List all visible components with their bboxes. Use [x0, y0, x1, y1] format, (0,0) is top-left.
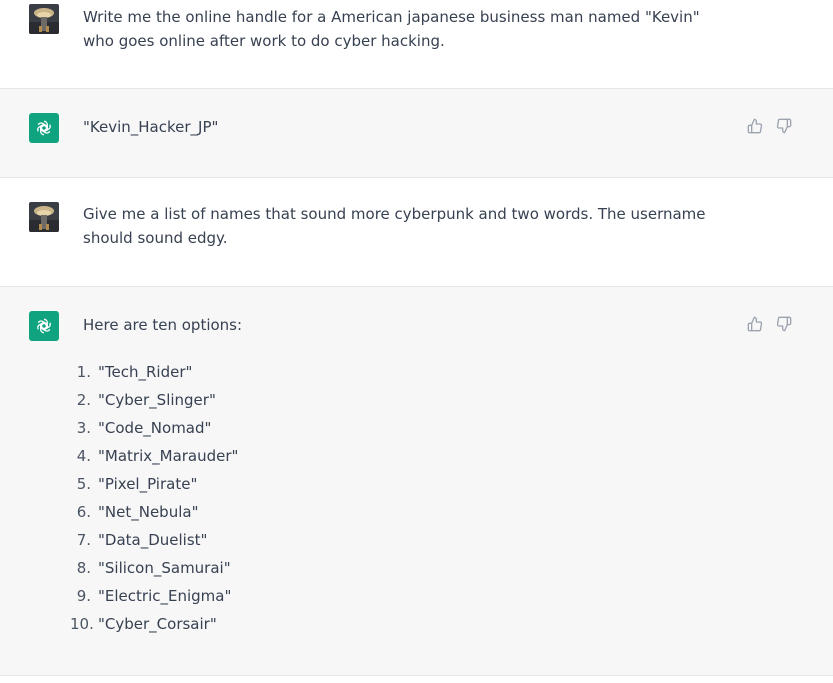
list-item: 1. "Tech_Rider" — [70, 358, 238, 386]
assistant-message-intro: Here are ten options: — [83, 316, 243, 334]
list-item-text: "Net_Nebula" — [98, 503, 199, 521]
username-options-list: 1. "Tech_Rider" 2. "Cyber_Slinger" 3. "Code… — [70, 358, 238, 638]
list-item-text: "Cyber_Slinger" — [98, 391, 216, 409]
list-item-text: "Pixel_Pirate" — [98, 475, 198, 493]
openai-logo-icon — [29, 311, 59, 341]
list-item: 6. "Net_Nebula" — [70, 498, 238, 526]
list-item: 10. "Cyber_Corsair" — [70, 610, 238, 638]
list-item-text: "Electric_Enigma" — [98, 587, 232, 605]
feedback-buttons — [746, 117, 792, 134]
list-item: 9. "Electric_Enigma" — [70, 582, 238, 610]
thumbs-up-icon[interactable] — [746, 315, 763, 332]
list-item-text: "Matrix_Marauder" — [98, 447, 239, 465]
list-item: 7. "Data_Duelist" — [70, 526, 238, 554]
thumbs-down-icon[interactable] — [775, 315, 792, 332]
list-item-text: "Code_Nomad" — [98, 419, 212, 437]
thumbs-up-icon[interactable] — [746, 117, 763, 134]
user-avatar — [29, 202, 59, 232]
user-message-text: Write me the online handle for a America… — [83, 8, 700, 50]
openai-logo-icon — [29, 113, 59, 143]
assistant-message-row: "Kevin_Hacker_JP" — [0, 89, 833, 177]
list-item-text: "Tech_Rider" — [98, 363, 193, 381]
user-message-text: Give me a list of names that sound more … — [83, 205, 706, 247]
thumbs-down-icon[interactable] — [775, 117, 792, 134]
list-item: 3. "Code_Nomad" — [70, 414, 238, 442]
list-item: 8. "Silicon_Samurai" — [70, 554, 238, 582]
list-item: 2. "Cyber_Slinger" — [70, 386, 238, 414]
list-item: 4. "Matrix_Marauder" — [70, 442, 239, 470]
list-item-text: "Silicon_Samurai" — [98, 559, 231, 577]
assistant-message-text: "Kevin_Hacker_JP" — [83, 118, 219, 136]
user-message-row: Write me the online handle for a America… — [0, 0, 833, 88]
user-message-row: Give me a list of names that sound more … — [0, 178, 833, 286]
user-avatar — [29, 4, 59, 34]
list-item: 5. "Pixel_Pirate" — [70, 470, 238, 498]
list-item-text: "Cyber_Corsair" — [98, 615, 217, 633]
feedback-buttons — [746, 315, 792, 332]
list-item-text: "Data_Duelist" — [98, 531, 208, 549]
